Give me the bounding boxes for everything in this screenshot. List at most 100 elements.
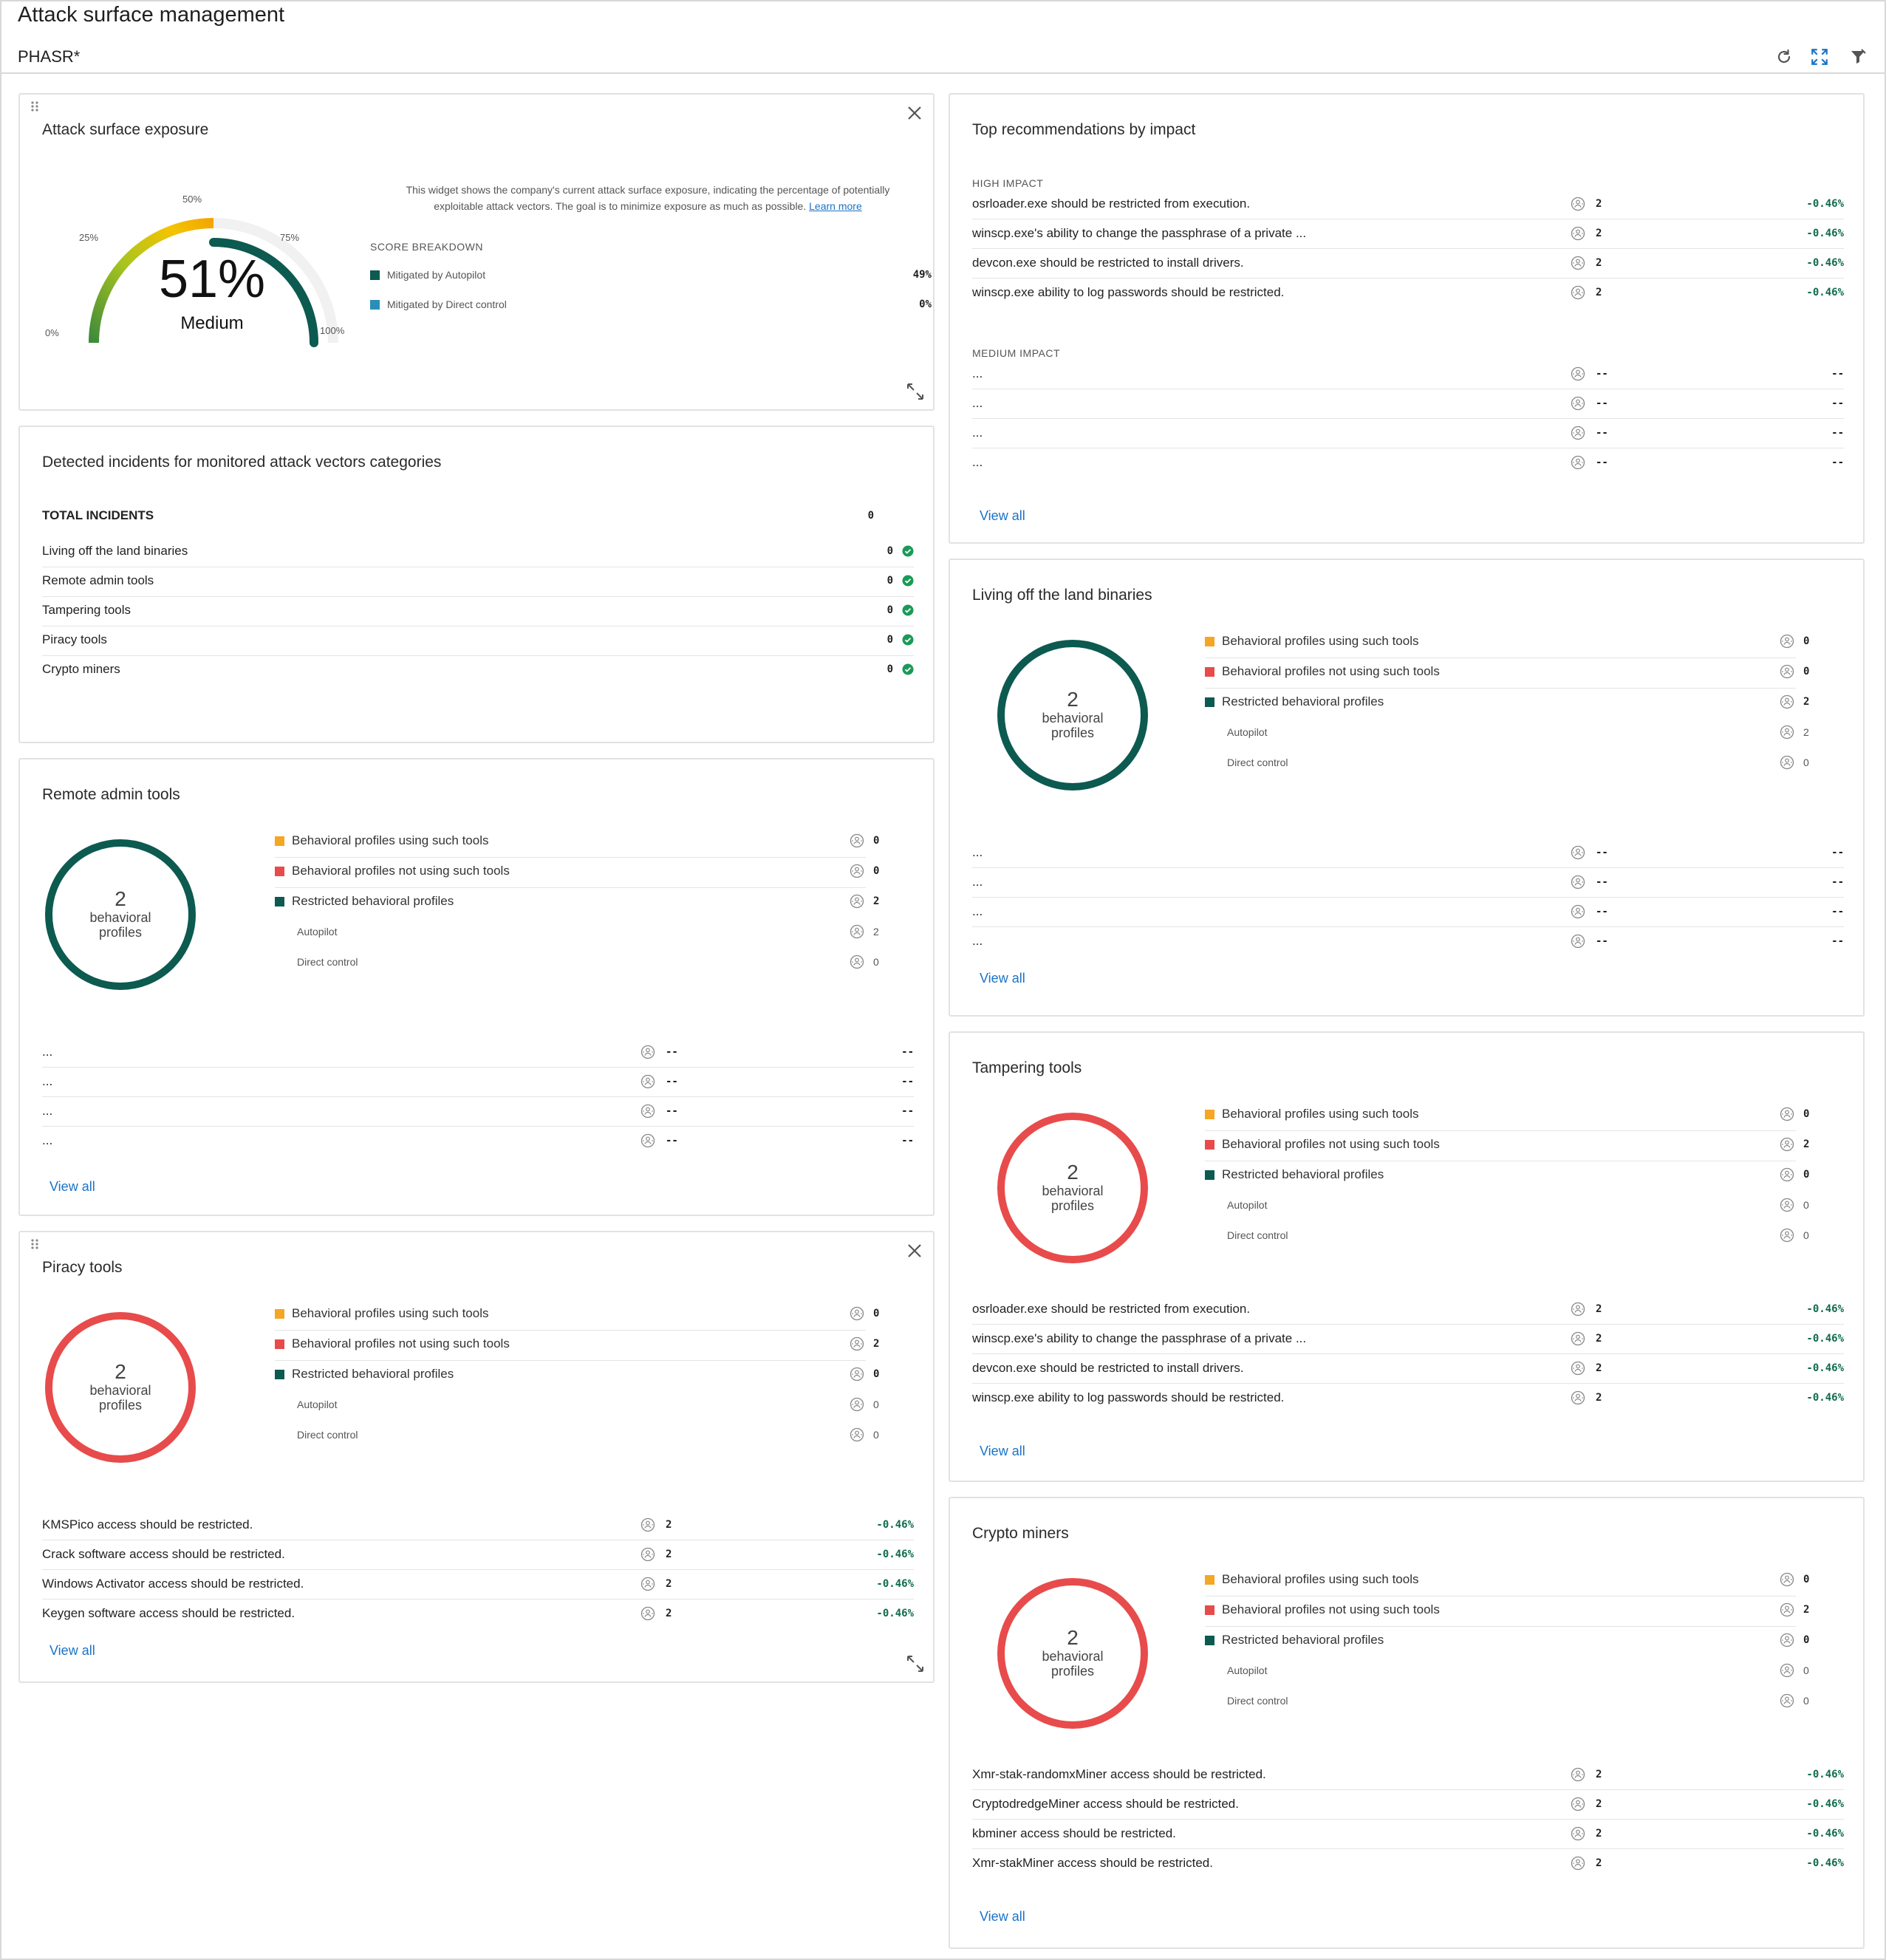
view-all-link[interactable]: View all: [49, 1643, 95, 1659]
profile-icon: [1780, 1602, 1794, 1617]
recommendation-row[interactable]: devcon.exe should be restricted to insta…: [972, 1361, 1844, 1376]
recommendation-row[interactable]: ... -- --: [972, 396, 1844, 411]
recommendation-row[interactable]: ... -- --: [972, 875, 1844, 889]
recommendation-row[interactable]: Xmr-stakMiner access should be restricte…: [972, 1856, 1844, 1871]
recommendation-row[interactable]: Windows Activator access should be restr…: [42, 1577, 914, 1591]
recommendation-label: ...: [972, 875, 983, 889]
recommendation-row[interactable]: osrloader.exe should be restricted from …: [972, 1302, 1844, 1317]
recommendation-row[interactable]: ... -- --: [42, 1074, 914, 1089]
recommendation-row[interactable]: ... -- --: [972, 366, 1844, 381]
incident-row[interactable]: Crypto miners 0: [42, 662, 914, 677]
recommendation-row[interactable]: Xmr-stak-randomxMiner access should be r…: [972, 1767, 1844, 1782]
recommendation-impact: --: [1831, 397, 1844, 409]
recommendation-row[interactable]: ... -- --: [972, 455, 1844, 470]
filter-icon[interactable]: [1847, 46, 1869, 68]
row-divider: [275, 887, 866, 888]
row-divider: [972, 1353, 1844, 1354]
legend-value: 2: [873, 926, 879, 938]
expand-icon[interactable]: [905, 381, 926, 402]
recommendation-impact: -0.46%: [1806, 1333, 1844, 1345]
recommendation-impact: --: [901, 1046, 914, 1058]
expand-icon[interactable]: [905, 1653, 926, 1674]
piracy-widget: Piracy tools View all 2 behavioral profile…: [18, 1231, 935, 1683]
recommendation-row[interactable]: winscp.exe's ability to change the passp…: [972, 1331, 1844, 1346]
view-all-link[interactable]: View all: [49, 1179, 95, 1195]
recommendation-row[interactable]: osrloader.exe should be restricted from …: [972, 197, 1844, 211]
recommendation-row[interactable]: ... -- --: [972, 904, 1844, 919]
recommendation-impact: -0.46%: [1806, 1798, 1844, 1810]
incident-row[interactable]: Remote admin tools 0: [42, 573, 914, 588]
legend-square: [1205, 1635, 1214, 1645]
recommendation-label: ...: [42, 1104, 53, 1118]
recommendation-impact: -0.46%: [876, 1578, 914, 1590]
row-divider: [972, 1848, 1844, 1849]
recommendation-row[interactable]: KMSPico access should be restricted. 2 -0.…: [42, 1517, 914, 1532]
refresh-icon[interactable]: [1773, 46, 1795, 68]
donut-center-label: 2 behavioral profiles: [994, 1161, 1151, 1214]
row-divider: [42, 596, 914, 597]
recommendation-row[interactable]: ... -- --: [972, 934, 1844, 949]
recommendation-row[interactable]: ... -- --: [972, 426, 1844, 440]
learn-more-link[interactable]: Learn more: [809, 200, 862, 212]
incident-row[interactable]: Tampering tools 0: [42, 603, 914, 618]
legend-value: 2: [873, 1338, 880, 1350]
profiles-donut: 2 behavioral profiles: [994, 637, 1151, 793]
view-all-link[interactable]: View all: [980, 971, 1025, 986]
row-divider: [972, 1819, 1844, 1820]
view-all-link[interactable]: View all: [980, 1909, 1025, 1925]
recommendation-row[interactable]: winscp.exe ability to log passwords shou…: [972, 285, 1844, 300]
recommendation-count: --: [1596, 427, 1608, 439]
legend-value: 0: [1803, 666, 1810, 677]
recommendation-row[interactable]: Keygen software access should be restric…: [42, 1606, 914, 1621]
recommendation-label: winscp.exe ability to log passwords shou…: [972, 1390, 1285, 1404]
view-all-link[interactable]: View all: [980, 508, 1025, 524]
incidents-widget: Detected incidents for monitored attack …: [18, 426, 935, 743]
drag-handle-icon[interactable]: [30, 100, 39, 112]
legend-square: [1205, 636, 1214, 646]
recommendation-impact: -0.46%: [1806, 198, 1844, 210]
recommendation-label: Keygen software access should be restric…: [42, 1606, 295, 1620]
incident-row[interactable]: Piracy tools 0: [42, 632, 914, 647]
recommendation-row[interactable]: ... -- --: [42, 1104, 914, 1119]
legend-value: 2: [1803, 726, 1809, 738]
drag-handle-icon[interactable]: [30, 1238, 39, 1250]
total-incidents-value: 0: [867, 510, 874, 522]
recommendation-row[interactable]: CryptodredgeMiner access should be restr…: [972, 1797, 1844, 1812]
breakdown-row: Mitigated by Direct control 0%: [370, 298, 932, 310]
recommendation-row[interactable]: winscp.exe's ability to change the passp…: [972, 226, 1844, 241]
legend-value: 0: [873, 1308, 880, 1319]
profile-icon: [1571, 1390, 1585, 1405]
recommendation-count: --: [666, 1135, 678, 1147]
recommendation-impact: --: [901, 1135, 914, 1147]
recommendation-row[interactable]: kbminer access should be restricted. 2 -0.…: [972, 1826, 1844, 1841]
legend-label: Behavioral profiles not using such tools: [292, 864, 510, 878]
recommendation-count: --: [1596, 397, 1608, 409]
recommendation-row[interactable]: winscp.exe ability to log passwords shou…: [972, 1390, 1844, 1405]
recommendation-row[interactable]: Crack software access should be restrict…: [42, 1547, 914, 1562]
close-icon[interactable]: [905, 103, 924, 123]
incident-label: Piracy tools: [42, 632, 107, 646]
check-icon: [902, 545, 914, 557]
profile-icon: [1780, 1572, 1794, 1587]
recommendation-row[interactable]: ... -- --: [42, 1133, 914, 1148]
gauge-tick-0: 0%: [45, 327, 59, 338]
close-icon[interactable]: [905, 1241, 924, 1260]
profile-icon: [1571, 934, 1585, 949]
recommendation-label: ...: [972, 396, 983, 410]
profile-icon: [1780, 1663, 1794, 1678]
incident-row[interactable]: Living off the land binaries 0: [42, 544, 914, 559]
legend-row-using: Behavioral profiles using such tools 0: [1205, 1107, 1825, 1121]
donut-count: 2: [1067, 688, 1079, 711]
check-icon: [902, 575, 914, 587]
recommendation-impact: --: [1831, 427, 1844, 439]
remote-admin-widget: Remote admin tools View all 2 behavioral p…: [18, 758, 935, 1216]
view-all-link[interactable]: View all: [980, 1444, 1025, 1459]
recommendation-row[interactable]: devcon.exe should be restricted to insta…: [972, 256, 1844, 270]
legend-label: Behavioral profiles using such tools: [292, 1306, 489, 1320]
recommendation-row[interactable]: ... -- --: [972, 845, 1844, 860]
fullscreen-icon[interactable]: [1808, 46, 1831, 68]
legend-value: 0: [1803, 1574, 1810, 1585]
recommendation-row[interactable]: ... -- --: [42, 1045, 914, 1059]
legend-label: Behavioral profiles not using such tools: [1222, 1137, 1440, 1151]
recommendation-label: winscp.exe's ability to change the passp…: [972, 226, 1307, 240]
